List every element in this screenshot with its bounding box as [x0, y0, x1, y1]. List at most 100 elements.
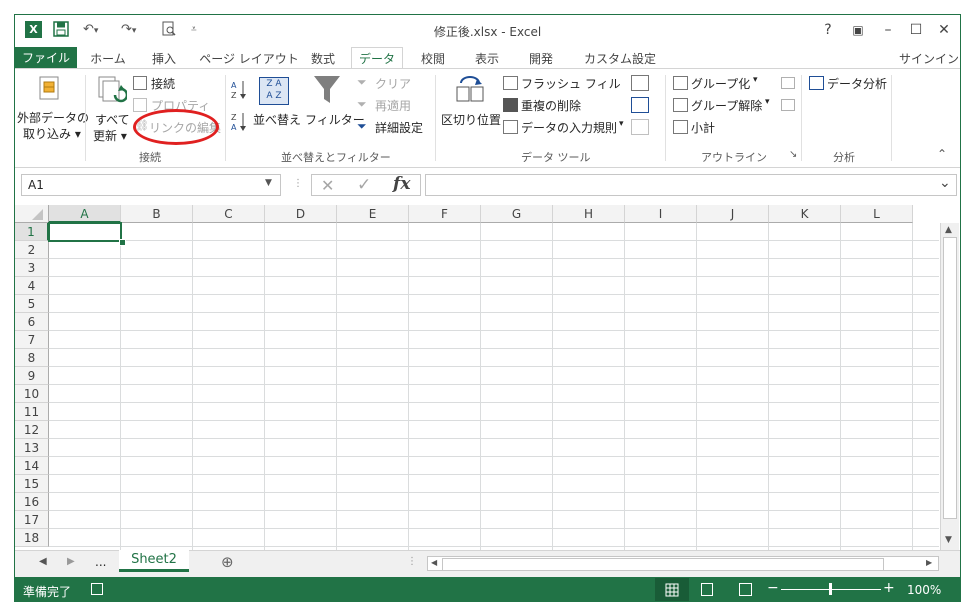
row-header-14[interactable]: 14 [15, 457, 49, 475]
row-header-12[interactable]: 12 [15, 421, 49, 439]
insert-function-icon[interactable]: fx [393, 174, 410, 194]
maximize-button[interactable]: ☐ [905, 20, 927, 40]
minimize-button[interactable]: – [877, 20, 899, 40]
group-separator [435, 75, 436, 161]
signin-link[interactable]: サインイン [899, 49, 960, 69]
column-header-d[interactable]: D [265, 205, 337, 223]
name-box[interactable]: A1 [21, 174, 281, 196]
column-header-b[interactable]: B [121, 205, 193, 223]
external-data-icon [37, 75, 63, 104]
fill-handle[interactable] [119, 239, 126, 246]
vertical-scroll-thumb[interactable] [943, 237, 957, 519]
sort-za-button[interactable]: ZA [231, 111, 247, 136]
name-box-dropdown-icon[interactable]: ▼ [265, 178, 272, 188]
formula-bar: A1 ▼ ⋮ ✕ ✓ fx ⌄ [15, 171, 960, 199]
tab-developer[interactable]: 開発 [521, 49, 561, 69]
tab-review[interactable]: 校閲 [413, 49, 453, 69]
zoom-out-button[interactable]: − [767, 580, 779, 596]
scroll-right-icon[interactable]: ▶ [926, 558, 932, 567]
horizontal-scrollbar[interactable]: ◀ ▶ [427, 556, 939, 571]
page-break-view-icon[interactable] [739, 583, 752, 596]
group-dropdown[interactable]: ▾ [753, 75, 758, 85]
tab-data[interactable]: データ [351, 47, 403, 69]
more-sheets[interactable]: ... [95, 555, 106, 569]
horizontal-scroll-thumb[interactable] [442, 558, 884, 571]
column-header-i[interactable]: I [625, 205, 697, 223]
data-analysis-label: データ分析 [827, 77, 888, 91]
normal-view-button[interactable] [655, 578, 689, 601]
row-header-2[interactable]: 2 [15, 241, 49, 259]
macro-record-icon[interactable] [91, 583, 103, 595]
scroll-up-icon[interactable]: ▲ [945, 225, 952, 235]
column-header-f[interactable]: F [409, 205, 481, 223]
prev-sheet-icon[interactable]: ◀ [39, 556, 47, 567]
select-all-corner[interactable] [15, 205, 49, 223]
worksheet-grid[interactable]: ABCDEFGHIJKL 1 2 3 4 5 6 7 8 9 10 11 12 13 14 15 16 17 18… [15, 205, 960, 550]
refresh-all-button[interactable]: すべて 更新 ▾ [91, 73, 131, 153]
new-sheet-button[interactable]: ⊕ [221, 553, 234, 571]
tab-view[interactable]: 表示 [467, 49, 507, 69]
row-header-9[interactable]: 9 [15, 367, 49, 385]
tab-insert[interactable]: 挿入 [143, 49, 185, 69]
tab-formulas[interactable]: 数式 [303, 49, 343, 69]
column-header-e[interactable]: E [337, 205, 409, 223]
consolidate-icon[interactable] [631, 75, 649, 91]
text-to-columns-button[interactable]: 区切り位置 [441, 73, 501, 143]
sort-button[interactable]: Z AA Z 並べ替え [253, 73, 301, 143]
get-external-data-button[interactable]: 外部データの 取り込み ▾ [17, 73, 89, 153]
filter-button[interactable]: フィルター [303, 73, 365, 143]
active-cell-a1[interactable] [48, 222, 122, 242]
row-header-18[interactable]: 18 [15, 529, 49, 547]
row-header-11[interactable]: 11 [15, 403, 49, 421]
vertical-scrollbar[interactable]: ▲ ▼ [940, 223, 959, 550]
row-header-17[interactable]: 17 [15, 511, 49, 529]
row-header-16[interactable]: 16 [15, 493, 49, 511]
row-header-8[interactable]: 8 [15, 349, 49, 367]
column-header-h[interactable]: H [553, 205, 625, 223]
zoom-level[interactable]: 100% [907, 583, 941, 597]
row-header-13[interactable]: 13 [15, 439, 49, 457]
collapse-ribbon-button[interactable]: ⌃ [937, 147, 947, 161]
row-header-15[interactable]: 15 [15, 475, 49, 493]
tab-split-grip-icon[interactable]: ⋮ [407, 556, 417, 567]
column-header-g[interactable]: G [481, 205, 553, 223]
tab-home[interactable]: ホーム [87, 49, 129, 69]
row-header-5[interactable]: 5 [15, 295, 49, 313]
zoom-slider-thumb[interactable] [829, 583, 832, 595]
ribbon-tabs: ファイル ホーム 挿入 ページ レイアウト 数式 データ 校閲 表示 開発 カス… [15, 45, 960, 69]
row-header-10[interactable]: 10 [15, 385, 49, 403]
group-icon [673, 76, 688, 90]
close-button[interactable]: ✕ [933, 20, 955, 40]
page-layout-view-icon[interactable] [701, 583, 713, 596]
data-validation-dropdown[interactable]: ▾ [619, 119, 624, 129]
row-header-4[interactable]: 4 [15, 277, 49, 295]
next-sheet-icon[interactable]: ▶ [67, 556, 75, 567]
cancel-entry-icon[interactable]: ✕ [321, 176, 334, 195]
ungroup-dropdown[interactable]: ▾ [765, 97, 770, 107]
group-separator [891, 75, 892, 161]
what-if-icon[interactable] [631, 97, 649, 113]
row-header-7[interactable]: 7 [15, 331, 49, 349]
outline-dialog-launcher[interactable]: ↘ [789, 149, 797, 160]
expand-formula-bar-icon[interactable]: ⌄ [939, 175, 951, 191]
scroll-left-icon[interactable]: ◀ [431, 558, 437, 567]
column-header-j[interactable]: J [697, 205, 769, 223]
formula-input[interactable] [425, 174, 957, 196]
zoom-in-button[interactable]: + [883, 580, 895, 596]
help-button[interactable]: ? [817, 20, 839, 40]
sort-az-button[interactable]: AZ [231, 79, 247, 104]
row-header-3[interactable]: 3 [15, 259, 49, 277]
ribbon-display-options-button[interactable]: ▣ [847, 20, 869, 40]
column-header-a[interactable]: A [49, 205, 121, 223]
confirm-entry-icon[interactable]: ✓ [357, 175, 371, 195]
column-header-c[interactable]: C [193, 205, 265, 223]
row-header-1[interactable]: 1 [15, 223, 49, 241]
sheet-tab-sheet2[interactable]: Sheet2 [119, 550, 189, 572]
tab-page-layout[interactable]: ページ レイアウト [199, 49, 299, 69]
tab-file[interactable]: ファイル [15, 47, 77, 69]
tab-custom[interactable]: カスタム設定 [575, 49, 665, 69]
scroll-down-icon[interactable]: ▼ [945, 535, 952, 545]
column-header-k[interactable]: K [769, 205, 841, 223]
column-header-l[interactable]: L [841, 205, 913, 223]
row-header-6[interactable]: 6 [15, 313, 49, 331]
